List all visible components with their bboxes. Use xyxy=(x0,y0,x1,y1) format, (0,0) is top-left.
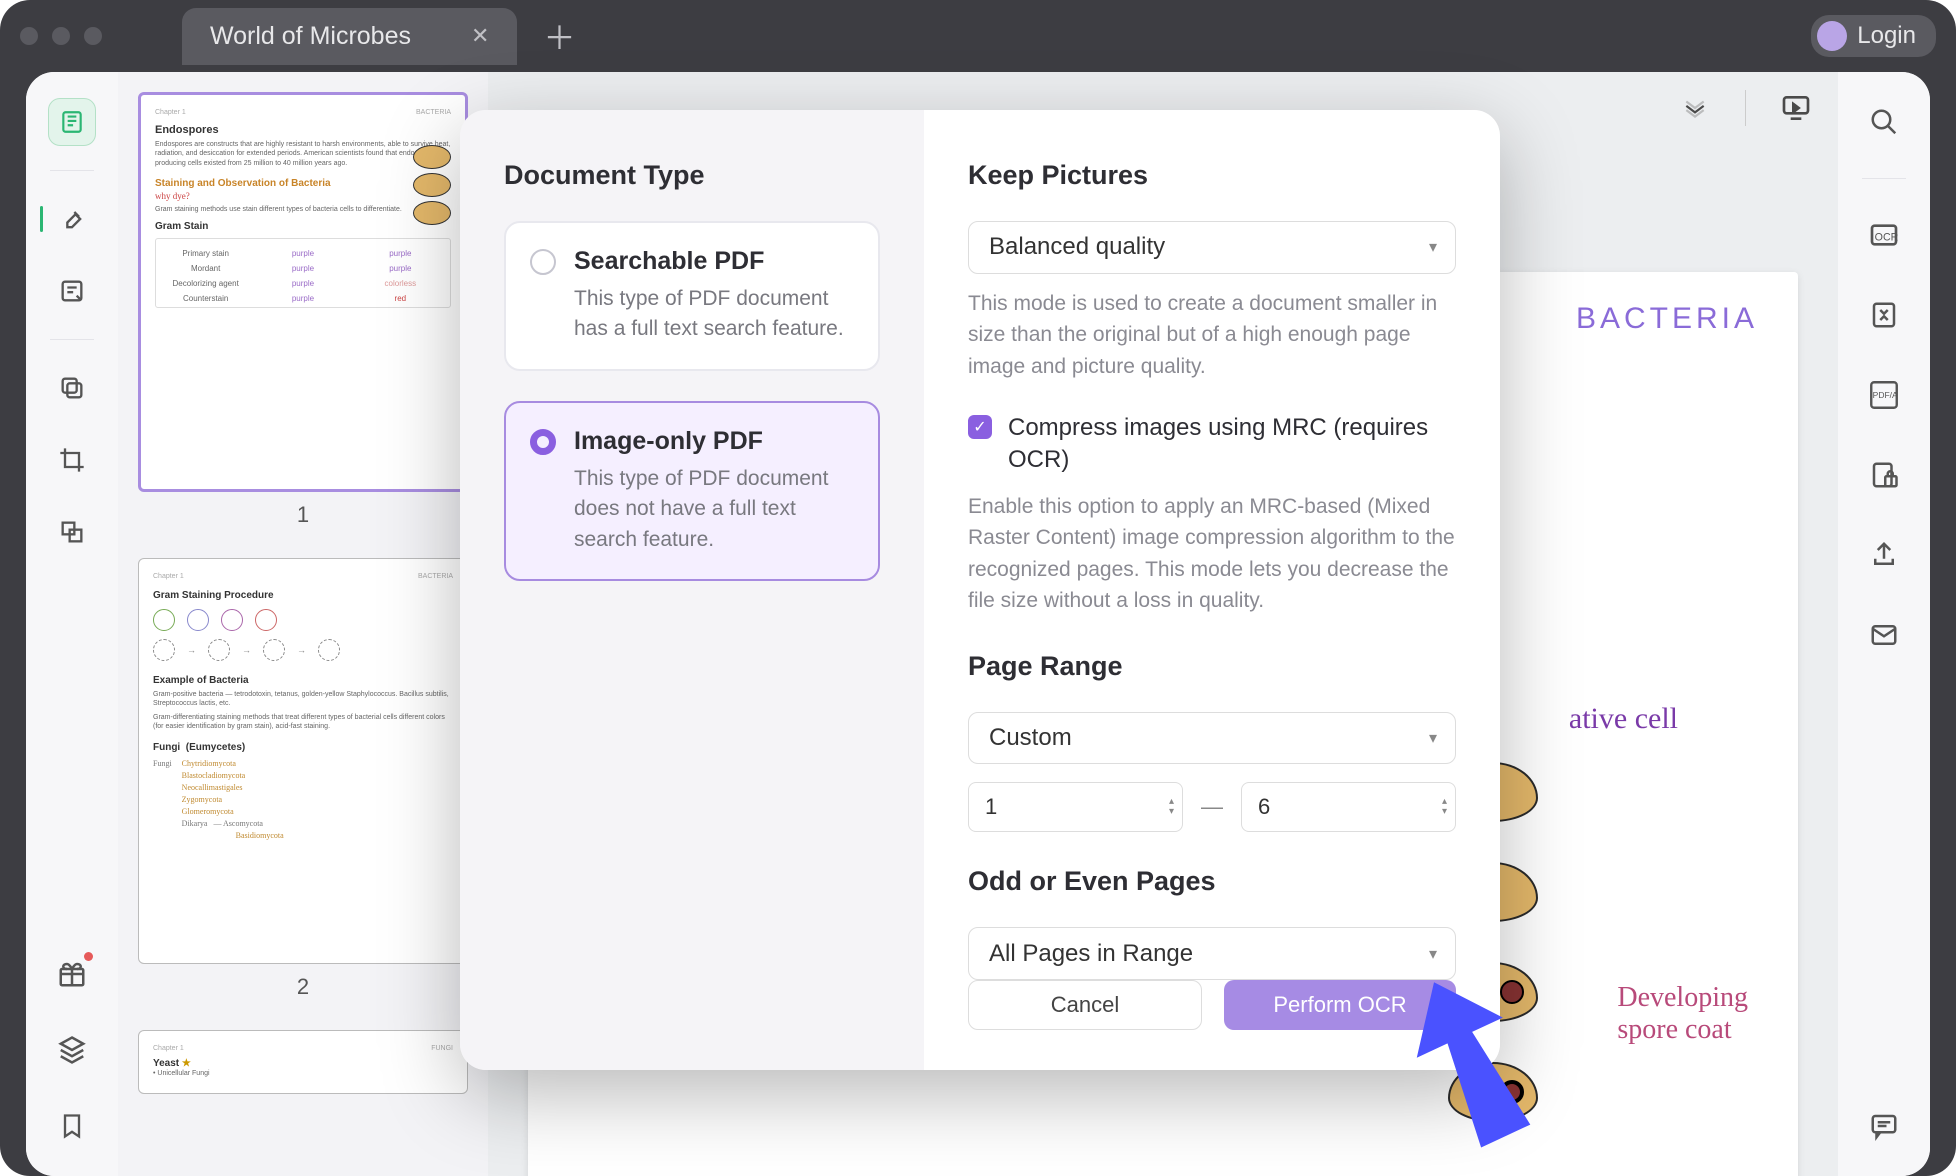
fullscreen-dot[interactable] xyxy=(84,27,102,45)
thumbnail-label-1: 1 xyxy=(138,502,468,528)
range-to-value: 6 xyxy=(1258,794,1270,820)
odd-even-title: Odd or Even Pages xyxy=(968,866,1456,897)
cancel-label: Cancel xyxy=(1051,992,1119,1018)
svg-text:PDF/A: PDF/A xyxy=(1873,390,1898,400)
range-from-value: 1 xyxy=(985,794,997,820)
copy-button[interactable] xyxy=(48,364,96,412)
tab-title: World of Microbes xyxy=(210,22,411,51)
minimize-dot[interactable] xyxy=(52,27,70,45)
login-label: Login xyxy=(1857,22,1916,50)
mrc-label: Compress images using MRC (requires OCR) xyxy=(1008,412,1456,477)
ocr-button[interactable]: OCR xyxy=(1860,211,1908,259)
svg-text:OCR: OCR xyxy=(1875,231,1899,243)
close-icon[interactable]: ✕ xyxy=(471,23,489,49)
page-range-value: Custom xyxy=(989,724,1072,752)
thumbnail-page-1[interactable]: Chapter 1BACTERIA Endospores Endospores … xyxy=(138,92,468,492)
pdfa-button[interactable]: PDF/A xyxy=(1860,371,1908,419)
annotate-button[interactable] xyxy=(48,267,96,315)
radio-checked-icon xyxy=(530,429,556,455)
quality-value: Balanced quality xyxy=(989,233,1165,261)
window-controls[interactable] xyxy=(20,27,102,45)
option-desc: This type of PDF document does not have … xyxy=(574,464,854,555)
thumbnail-label-2: 2 xyxy=(138,974,468,1000)
present-icon[interactable] xyxy=(1772,84,1820,132)
range-from-input[interactable]: 1 ▴▾ xyxy=(968,782,1183,832)
compress-button[interactable] xyxy=(1860,291,1908,339)
quality-select[interactable]: Balanced quality xyxy=(968,221,1456,274)
gift-button[interactable] xyxy=(48,950,96,998)
option-desc: This type of PDF document has a full tex… xyxy=(574,284,854,345)
odd-even-select[interactable]: All Pages in Range xyxy=(968,927,1456,980)
odd-even-value: All Pages in Range xyxy=(989,940,1193,968)
cancel-button[interactable]: Cancel xyxy=(968,980,1202,1030)
login-button[interactable]: Login xyxy=(1811,15,1936,57)
thumbnail-page-3[interactable]: Chapter 1FUNGI Yeast ★ • Unicellular Fun… xyxy=(138,1030,468,1094)
option-title: Image-only PDF xyxy=(574,427,854,456)
range-to-input[interactable]: 6 ▴▾ xyxy=(1241,782,1456,832)
document-type-title: Document Type xyxy=(504,160,880,191)
thumbnail-page-2[interactable]: Chapter 1BACTERIA Gram Staining Procedur… xyxy=(138,558,468,964)
layers-button[interactable] xyxy=(48,1026,96,1074)
option-title: Searchable PDF xyxy=(574,247,854,276)
lock-file-button[interactable] xyxy=(1860,451,1908,499)
page-range-select[interactable]: Custom xyxy=(968,712,1456,765)
quality-help-text: This mode is used to create a document s… xyxy=(968,288,1456,383)
mrc-help-text: Enable this option to apply an MRC-based… xyxy=(968,491,1456,617)
download-chevron-icon[interactable] xyxy=(1671,84,1719,132)
page-range-title: Page Range xyxy=(968,651,1456,682)
close-dot[interactable] xyxy=(20,27,38,45)
search-icon[interactable] xyxy=(1860,98,1908,146)
radio-unchecked-icon xyxy=(530,249,556,275)
mail-button[interactable] xyxy=(1860,611,1908,659)
avatar-icon xyxy=(1817,21,1847,51)
annotation-developing-spore: Developing spore coat xyxy=(1617,982,1748,1046)
comment-button[interactable] xyxy=(1860,1102,1908,1150)
overlap-button[interactable] xyxy=(48,508,96,556)
share-button[interactable] xyxy=(1860,531,1908,579)
option-image-only-pdf[interactable]: Image-only PDF This type of PDF document… xyxy=(504,401,880,581)
range-dash: — xyxy=(1201,794,1223,820)
tab-document[interactable]: World of Microbes ✕ xyxy=(182,8,517,65)
crop-button[interactable] xyxy=(48,436,96,484)
mrc-checkbox[interactable]: ✓ xyxy=(968,415,992,439)
bookmark-button[interactable] xyxy=(48,1102,96,1150)
new-tab-button[interactable]: ＋ xyxy=(529,13,589,59)
keep-pictures-title: Keep Pictures xyxy=(968,160,1456,191)
pdf-tool-button[interactable] xyxy=(48,98,96,146)
highlighter-button[interactable] xyxy=(48,195,96,243)
option-searchable-pdf[interactable]: Searchable PDF This type of PDF document… xyxy=(504,221,880,371)
annotation-vegetative-cell: ative cell xyxy=(1569,702,1678,736)
ocr-settings-modal: Document Type Searchable PDF This type o… xyxy=(460,110,1500,1070)
